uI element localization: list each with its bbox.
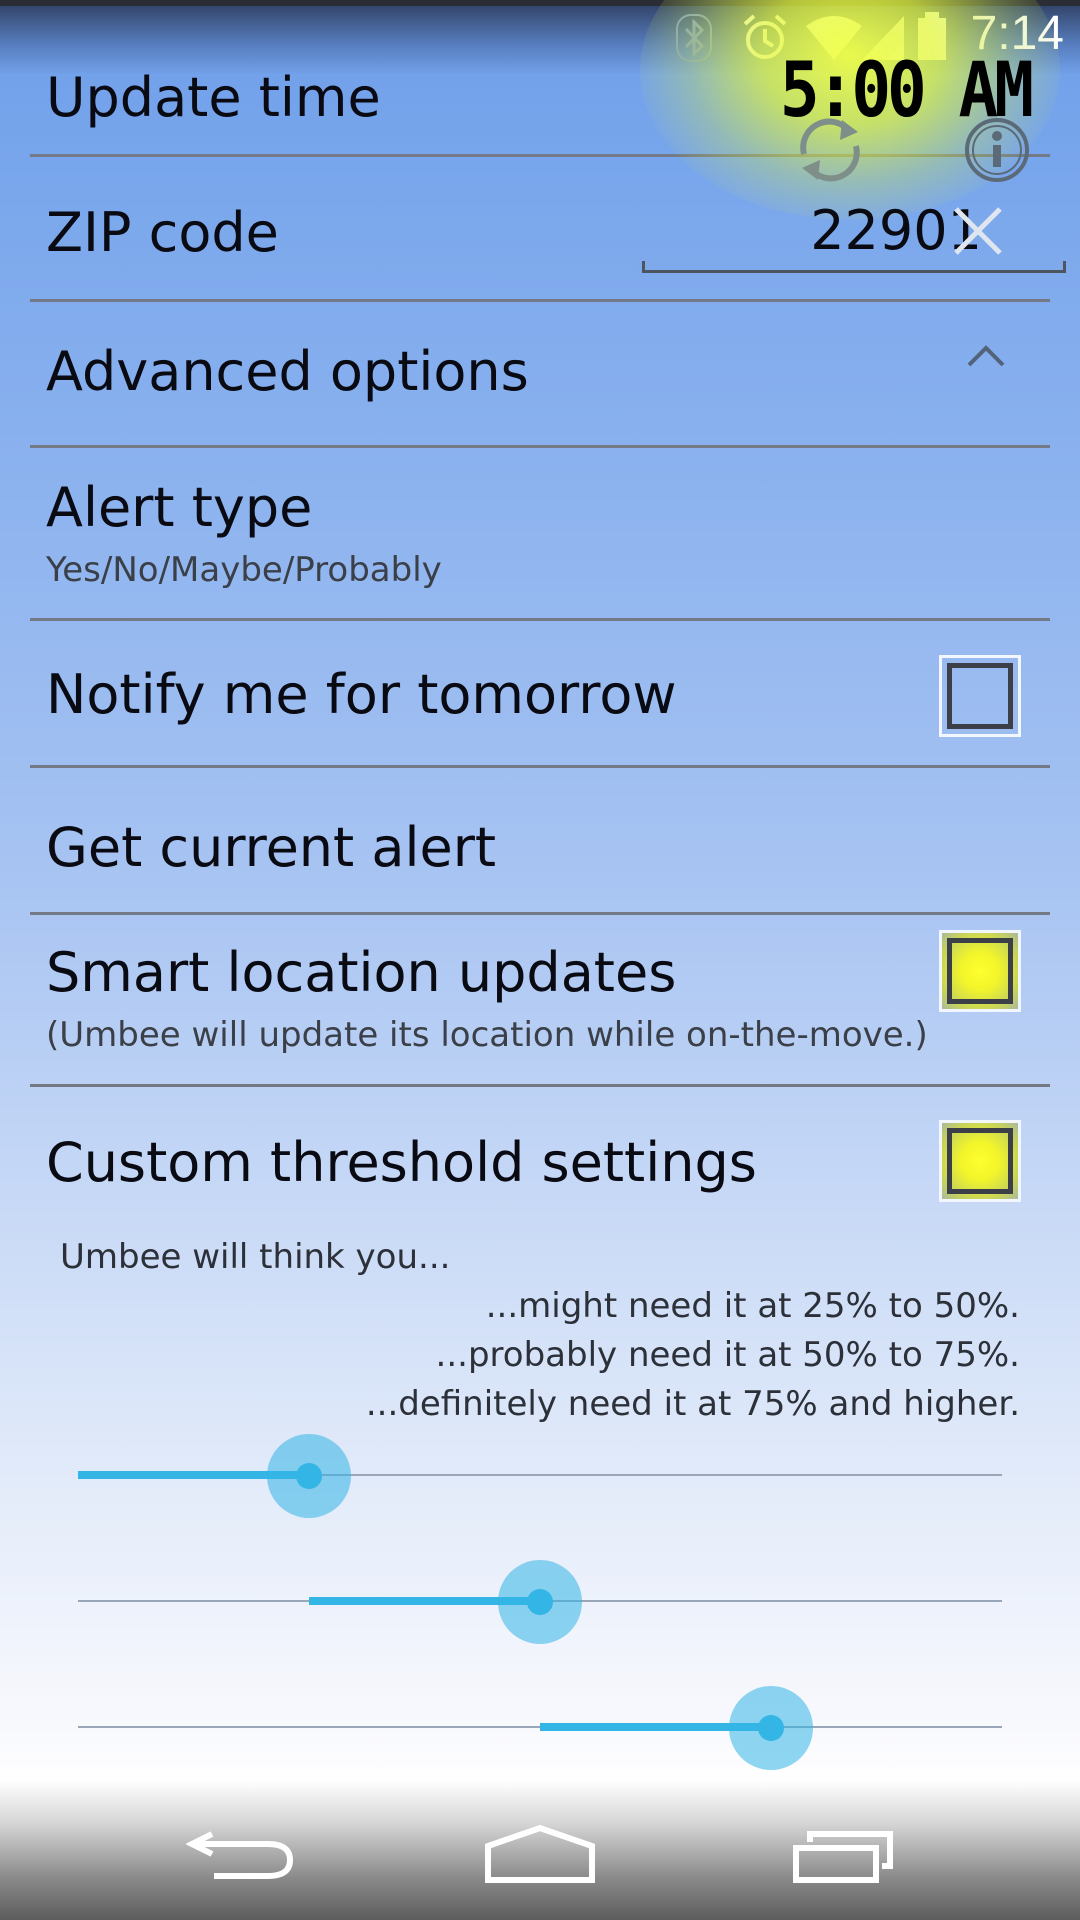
get-current-alert-row[interactable]: Get current alert xyxy=(30,768,1050,915)
threshold-line-might: ...might need it at 25% to 50%. xyxy=(485,1286,1020,1326)
notify-tomorrow-row[interactable]: Notify me for tomorrow xyxy=(30,621,1050,768)
custom-threshold-checkbox[interactable] xyxy=(939,1120,1021,1202)
slider-definitely[interactable] xyxy=(78,1686,1002,1770)
close-icon[interactable] xyxy=(944,205,1012,263)
custom-threshold-label: Custom threshold settings xyxy=(46,1131,757,1194)
zip-code-underline xyxy=(642,261,1066,273)
zip-code-label: ZIP code xyxy=(46,201,279,264)
advanced-options-row[interactable]: Advanced options xyxy=(30,302,1050,448)
notify-tomorrow-label: Notify me for tomorrow xyxy=(46,663,677,726)
recents-icon xyxy=(790,1824,900,1888)
navigation-bar xyxy=(0,1780,1080,1920)
slider-thumb[interactable] xyxy=(267,1434,351,1518)
slider-thumb[interactable] xyxy=(729,1686,813,1770)
get-current-alert-label: Get current alert xyxy=(46,816,497,879)
back-button[interactable] xyxy=(140,1780,340,1920)
smart-location-description: (Umbee will update its location while on… xyxy=(46,1015,928,1055)
zip-code-row: ZIP code 22901 xyxy=(30,157,1066,302)
update-time-label: Update time xyxy=(46,66,381,129)
slider-thumb[interactable] xyxy=(498,1560,582,1644)
recents-button[interactable] xyxy=(740,1780,940,1920)
smart-location-row[interactable]: Smart location updates (Umbee will updat… xyxy=(30,915,1050,1087)
advanced-options-label: Advanced options xyxy=(46,340,529,403)
slider-probably[interactable] xyxy=(78,1560,1002,1644)
notify-tomorrow-checkbox[interactable] xyxy=(939,655,1021,737)
alert-type-value: Yes/No/Maybe/Probably xyxy=(46,550,442,590)
alert-type-label: Alert type xyxy=(46,476,313,539)
smart-location-checkbox[interactable] xyxy=(939,930,1021,1012)
home-button[interactable] xyxy=(440,1780,640,1920)
threshold-line-definitely: ...definitely need it at 75% and higher. xyxy=(365,1384,1020,1424)
home-icon xyxy=(482,1824,598,1888)
alert-type-row[interactable]: Alert type Yes/No/Maybe/Probably xyxy=(30,448,1050,621)
back-icon xyxy=(185,1824,296,1884)
smart-location-label: Smart location updates xyxy=(46,941,677,1004)
app-screen: 7:14 Update time 5:00 AM ZIP code 22901 xyxy=(0,0,1080,1920)
threshold-line-probably: ...probably need it at 50% to 75%. xyxy=(435,1335,1020,1375)
threshold-intro: Umbee will think you... xyxy=(60,1237,451,1277)
zip-code-value: 22901 xyxy=(810,199,982,262)
slider-might[interactable] xyxy=(78,1434,1002,1518)
custom-threshold-row[interactable]: Custom threshold settings xyxy=(30,1087,1050,1227)
chevron-up-icon xyxy=(966,344,1006,372)
